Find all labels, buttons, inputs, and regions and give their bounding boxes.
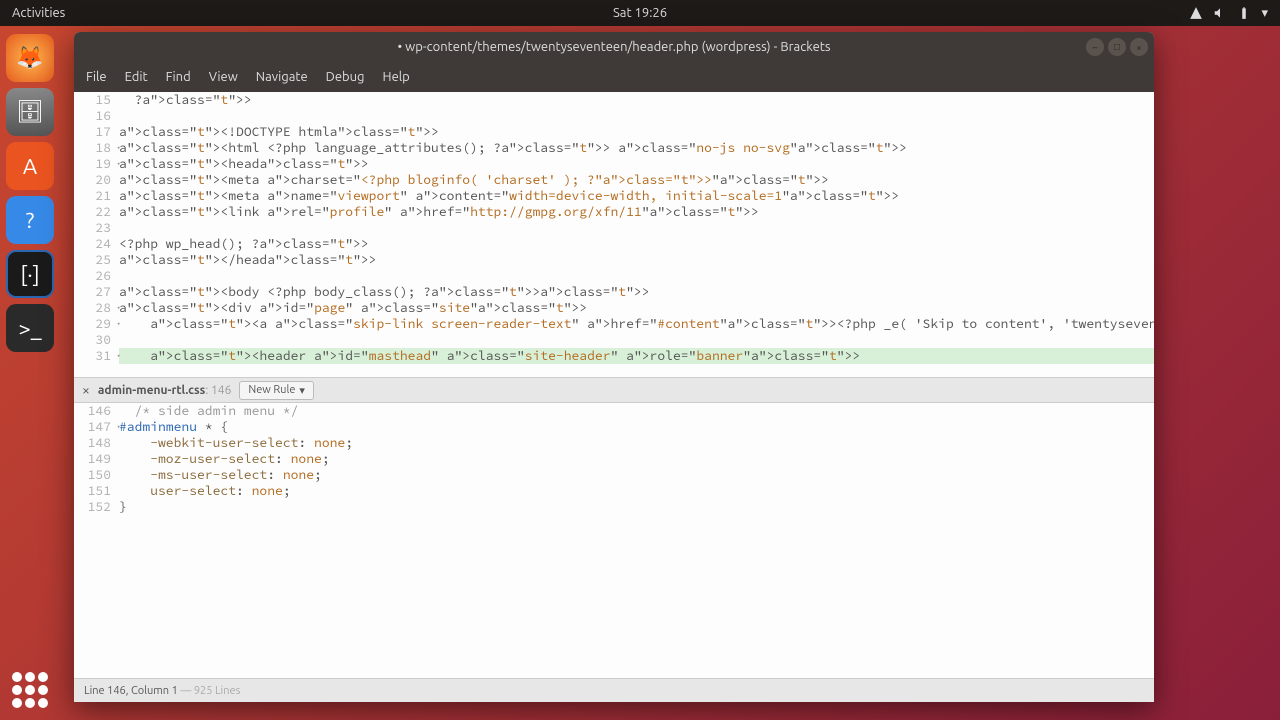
menu-file[interactable]: File (86, 70, 107, 84)
terminal-icon[interactable]: >_ (6, 304, 54, 352)
chevron-down-icon[interactable]: ▾ (1261, 6, 1268, 21)
new-rule-button[interactable]: New Rule▾ (239, 381, 314, 400)
menubar: File Edit Find View Navigate Debug Help (74, 62, 1154, 92)
activities-button[interactable]: Activities (12, 6, 65, 20)
files-icon[interactable]: 🗄 (6, 88, 54, 136)
menu-edit[interactable]: Edit (125, 70, 148, 84)
software-icon[interactable]: A (6, 142, 54, 190)
firefox-icon[interactable]: 🦊 (6, 34, 54, 82)
battery-icon[interactable] (1237, 6, 1251, 20)
clock[interactable]: Sat 19:26 (613, 6, 667, 20)
launcher: 🦊 🗄 A ? [·] >_ (0, 26, 60, 720)
apps-grid-icon[interactable] (12, 672, 48, 708)
menu-view[interactable]: View (209, 70, 238, 84)
brackets-window: • wp-content/themes/twentyseventeen/head… (74, 32, 1154, 702)
menu-find[interactable]: Find (166, 70, 191, 84)
close-button[interactable]: × (1130, 38, 1148, 56)
help-icon[interactable]: ? (6, 196, 54, 244)
titlebar: • wp-content/themes/twentyseventeen/head… (74, 32, 1154, 62)
sound-icon[interactable] (1213, 6, 1227, 20)
main-editor[interactable]: 1516171819202122232425262728293031 ?a">c… (74, 92, 1154, 377)
quick-edit-file: admin-menu-rtl.css (98, 384, 205, 397)
line-count: — 925 Lines (180, 685, 240, 697)
quick-edit-header: × admin-menu-rtl.css: 146 New Rule▾ (74, 377, 1154, 403)
maximize-button[interactable]: □ (1108, 38, 1126, 56)
quick-edit-line: : 146 (205, 384, 231, 397)
quick-editor[interactable]: 146147148149150151152 /* side admin menu… (74, 403, 1154, 678)
minimize-button[interactable]: – (1086, 38, 1104, 56)
brackets-icon[interactable]: [·] (6, 250, 54, 298)
menu-navigate[interactable]: Navigate (256, 70, 308, 84)
statusbar: Line 146, Column 1 — 925 Lines INS UTF-8… (74, 678, 1154, 702)
window-title: • wp-content/themes/twentyseventeen/head… (397, 40, 830, 54)
network-icon[interactable] (1189, 6, 1203, 20)
system-topbar: Activities Sat 19:26 ▾ (0, 0, 1280, 26)
menu-help[interactable]: Help (383, 70, 410, 84)
close-icon[interactable]: × (82, 382, 90, 398)
cursor-pos[interactable]: Line 146, Column 1 (84, 685, 178, 697)
menu-debug[interactable]: Debug (326, 70, 365, 84)
